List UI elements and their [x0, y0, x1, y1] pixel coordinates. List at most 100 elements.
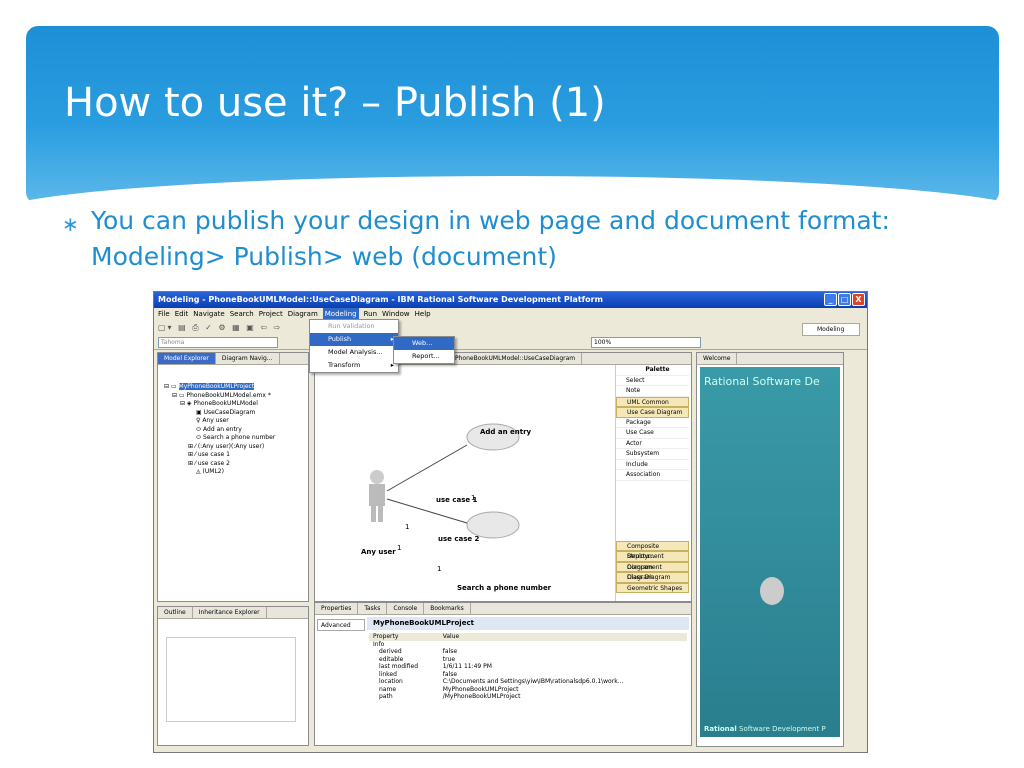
- menu-edit[interactable]: Edit: [175, 308, 189, 320]
- perspective-button[interactable]: Modeling: [802, 323, 860, 336]
- menu-file[interactable]: File: [158, 308, 170, 320]
- use-case-label-search: Search a phone number: [457, 584, 552, 592]
- palette-item[interactable]: Use Case: [616, 428, 689, 439]
- outline-panel: Outline Inheritance Explorer: [157, 606, 309, 746]
- tree-item[interactable]: ⊟ ▭ PhoneBookUMLModel.emx *: [164, 392, 308, 401]
- welcome-footer-bold: Rational: [704, 725, 737, 733]
- tree-item[interactable]: ⊟ ◈ PhoneBookUMLModel: [164, 400, 308, 409]
- tree-item[interactable]: ⊞ ⁄ use case 1: [164, 451, 308, 460]
- tab-outline[interactable]: Outline: [158, 607, 193, 618]
- palette-drawer[interactable]: Geometric Shapes: [616, 582, 689, 593]
- column-header: Value: [442, 633, 460, 640]
- table-row[interactable]: path/MyPhoneBookUMLProject: [369, 693, 687, 701]
- palette-title: Palette: [616, 365, 689, 376]
- palette-item[interactable]: Include: [616, 460, 689, 470]
- tab-model-explorer[interactable]: Model Explorer: [158, 353, 216, 364]
- tab-tasks[interactable]: Tasks: [358, 603, 388, 614]
- tab-bookmarks[interactable]: Bookmarks: [424, 603, 471, 614]
- menu-item-run-validation[interactable]: Run Validation: [310, 320, 398, 333]
- globe-icon: [760, 577, 784, 605]
- tree-item[interactable]: ♀ Any user: [164, 417, 308, 426]
- perspective-label: Modeling: [817, 326, 845, 333]
- palette-drawer[interactable]: Class Diagram: [616, 572, 689, 583]
- menu-item-model-analysis[interactable]: Model Analysis...: [310, 346, 398, 359]
- table-row[interactable]: location C:\Documents and Settings\yiw\IB…: [369, 678, 687, 686]
- tab-diagram-navigator[interactable]: Diagram Navig...: [216, 353, 280, 364]
- properties-sidebar-tab[interactable]: Advanced: [317, 619, 365, 631]
- ide-screenshot: Modeling - PhoneBookUMLModel::UseCaseDia…: [153, 291, 868, 753]
- table-row[interactable]: editable true: [369, 656, 687, 664]
- toolbar: ▢▾ ▤ ⎙ ✓ ⚙ ▦ ▣ ⇦ ⇨ Tahoma 100% Modeling: [154, 320, 867, 350]
- menu-item-publish[interactable]: Publish▸: [310, 333, 398, 346]
- properties-group: Info: [373, 640, 385, 648]
- publish-submenu: Web... Report...: [393, 336, 455, 364]
- palette-drawer[interactable]: UML Common: [616, 396, 689, 407]
- palette-item[interactable]: Actor: [616, 439, 689, 449]
- tree-item[interactable]: ▣ UseCaseDiagram: [164, 409, 308, 418]
- welcome-content: Rational Software De Rational Software D…: [700, 367, 840, 737]
- palette-drawer[interactable]: Deployment Diagram: [616, 551, 689, 571]
- properties-header: MyPhoneBookUMLProject: [367, 617, 689, 630]
- menu-item-report[interactable]: Report...: [394, 350, 454, 363]
- font-combo[interactable]: Tahoma: [158, 337, 278, 348]
- menu-navigate[interactable]: Navigate: [193, 308, 224, 320]
- menu-item-transform[interactable]: Transform ▸: [310, 359, 398, 372]
- palette-drawer[interactable]: Composite Structu...: [616, 540, 689, 560]
- outline-thumbnail[interactable]: [166, 637, 296, 722]
- close-button[interactable]: X: [852, 293, 865, 306]
- column-header: Property: [373, 633, 399, 640]
- menu-project[interactable]: Project: [259, 308, 283, 320]
- tree-item[interactable]: ⊞ ⁄ use case 2: [164, 460, 308, 469]
- menu-help[interactable]: Help: [415, 308, 431, 320]
- welcome-heading: Rational Software De: [704, 375, 820, 388]
- zoom-combo[interactable]: 100%: [591, 337, 701, 348]
- properties-table: Property Value Info derived false editable…: [369, 633, 687, 701]
- multiplicity-label: 1: [471, 494, 476, 502]
- properties-panel: Properties Tasks Console Bookmarks Advan…: [314, 602, 692, 746]
- tree-item[interactable]: ⊞ ⁄ (:Any user)(:Any user): [164, 443, 308, 452]
- window-titlebar: Modeling - PhoneBookUMLModel::UseCaseDia…: [154, 292, 867, 308]
- actor-label: Any user: [361, 548, 396, 556]
- menu-search[interactable]: Search: [230, 308, 254, 320]
- menu-item-web[interactable]: Web...: [394, 337, 454, 350]
- association-line-1[interactable]: [386, 444, 468, 492]
- association-label-2: use case 2: [438, 535, 480, 543]
- minimize-button[interactable]: _: [824, 293, 837, 306]
- modeling-menu: Run Validation Publish▸ Model Analysis..…: [309, 319, 399, 373]
- palette-item[interactable]: Association: [616, 470, 689, 481]
- use-case-label-add-entry: Add an entry: [480, 428, 532, 436]
- bullet-text: You can publish your design in web page …: [91, 206, 890, 271]
- tree-item[interactable]: ⬭ Search a phone number: [164, 434, 308, 443]
- window-title: Modeling - PhoneBookUMLModel::UseCaseDia…: [158, 295, 603, 304]
- tree-item[interactable]: ⬭ Add an entry: [164, 426, 308, 435]
- menubar: File Edit Navigate Search Project Diagra…: [154, 308, 867, 320]
- table-row[interactable]: last modified 1/6/11 11:49 PM: [369, 663, 687, 671]
- actor-icon[interactable]: [369, 470, 385, 522]
- multiplicity-label: 1: [405, 523, 410, 531]
- palette-drawer[interactable]: Component Diagram: [616, 561, 689, 581]
- palette-item[interactable]: Package: [616, 418, 689, 428]
- welcome-footer: Software Development P: [739, 725, 826, 733]
- table-row[interactable]: derived false: [369, 648, 687, 656]
- multiplicity-label: 1: [437, 565, 442, 573]
- diagram-editor: PhoneBookUMLModel::UseCaseDiagram Add an…: [314, 352, 692, 602]
- palette-drawer[interactable]: Use Case Diagram: [616, 407, 689, 418]
- tab-welcome[interactable]: Welcome: [697, 353, 738, 364]
- tab-console[interactable]: Console: [387, 603, 425, 614]
- maximize-button[interactable]: □: [838, 293, 851, 306]
- model-explorer-panel: Model Explorer Diagram Navig... ⊟ ▭ MyPh…: [157, 352, 309, 602]
- palette-item[interactable]: Subsystem: [616, 449, 689, 460]
- tree-item[interactable]: ◬ (UML2): [164, 468, 308, 477]
- palette-tool[interactable]: Select: [616, 376, 689, 386]
- bullet-marker: ∗: [62, 212, 79, 236]
- tab-properties[interactable]: Properties: [315, 603, 359, 614]
- welcome-panel: Welcome Rational Software De Rational So…: [696, 352, 844, 747]
- palette-tool[interactable]: Note: [616, 386, 689, 397]
- tab-inheritance-explorer[interactable]: Inheritance Explorer: [193, 607, 267, 618]
- tree-item[interactable]: ⊟ ▭ MyPhoneBookUMLProject: [164, 383, 308, 392]
- palette: Palette Select Note UML Common Use Case …: [615, 365, 689, 601]
- table-row[interactable]: linked false: [369, 671, 687, 679]
- toolbar-icons[interactable]: ▢▾ ▤ ⎙ ✓ ⚙ ▦ ▣ ⇦ ⇨: [158, 323, 282, 333]
- table-row[interactable]: name MyPhoneBookUMLProject: [369, 686, 687, 694]
- multiplicity-label: 1: [397, 544, 402, 552]
